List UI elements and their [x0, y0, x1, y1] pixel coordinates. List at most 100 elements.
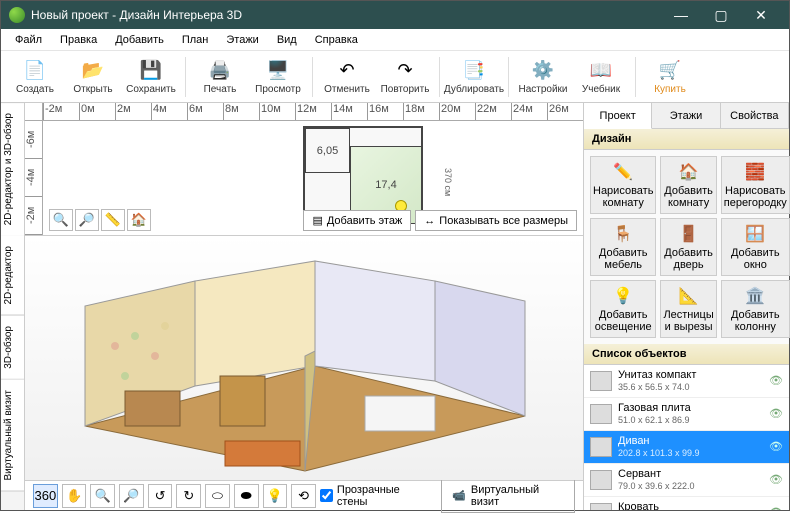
separator [185, 57, 186, 97]
create-icon: 📄 [23, 58, 47, 82]
card-icon: 🪟 [744, 223, 766, 245]
zoom-out-button[interactable]: 🔍 [49, 209, 73, 231]
close-button[interactable]: ✕ [741, 1, 781, 29]
rotate-left-button[interactable]: ↺ [148, 484, 173, 508]
card-icon: 🪑 [612, 223, 634, 245]
card-icon: 💡 [612, 285, 634, 307]
print-icon: 🖨️ [208, 58, 232, 82]
rotate-right-button[interactable]: ↻ [176, 484, 201, 508]
tilt-down-button[interactable]: ⬬ [234, 484, 259, 508]
toolbar: 📄Создать📂Открыть💾Сохранить 🖨️Печать🖥️Прос… [1, 51, 789, 103]
camera-icon: 📹 [452, 489, 466, 502]
visibility-icon[interactable]: 👁 [769, 506, 783, 510]
visibility-icon[interactable]: 👁 [769, 374, 783, 387]
tilt-up-button[interactable]: ⬭ [205, 484, 230, 508]
visibility-icon[interactable]: 👁 [769, 440, 783, 453]
card-icon: 🏠 [678, 161, 700, 183]
reset-view-button[interactable]: ⟲ [291, 484, 316, 508]
object-item[interactable]: Диван202.8 x 101.3 x 99.9👁 [584, 431, 789, 464]
card-icon: 🏛️ [744, 285, 766, 307]
light-button[interactable]: 💡 [263, 484, 288, 508]
zoom-in-3d-button[interactable]: 🔎 [119, 484, 144, 508]
object-item[interactable]: Газовая плита51.0 x 62.1 x 86.9👁 [584, 398, 789, 431]
vertical-tabs: 2D-редактор и 3D-обзор2D-редактор3D-обзо… [1, 103, 25, 510]
zoom-in-button[interactable]: 🔎 [75, 209, 99, 231]
open-button[interactable]: 📂Открыть [65, 53, 121, 101]
menu-файл[interactable]: Файл [7, 31, 50, 49]
design-card[interactable]: 🏠Добавить комнату [660, 156, 716, 214]
menu-добавить[interactable]: Добавить [107, 31, 172, 49]
separator [312, 57, 313, 97]
redo-button[interactable]: ↷Повторить [377, 53, 433, 101]
menu-справка[interactable]: Справка [307, 31, 366, 49]
object-item[interactable]: Кровать146.2 x 207.3 x 75.1👁 [584, 497, 789, 510]
measure-button[interactable]: 📏 [101, 209, 125, 231]
rtab-Проект[interactable]: Проект [584, 103, 652, 129]
plan-2d[interactable]: -6м-4м-2м 6,05 17,4 370 см 🔍 🔎 📏 🏠 ▤Доба… [25, 121, 583, 236]
object-icon [590, 371, 612, 391]
object-icon [590, 470, 612, 490]
visibility-icon[interactable]: 👁 [769, 473, 783, 486]
object-icon [590, 404, 612, 424]
card-icon: 🚪 [678, 223, 700, 245]
orbit-360-button[interactable]: 360 [33, 484, 58, 508]
design-card[interactable]: 🪟Добавить окно [721, 218, 790, 276]
object-item[interactable]: Унитаз компакт35.6 x 56.5 x 74.0👁 [584, 365, 789, 398]
rtab-Этажи[interactable]: Этажи [652, 103, 720, 128]
titlebar: Новый проект - Дизайн Интерьера 3D — ▢ ✕ [1, 1, 789, 29]
design-card[interactable]: ✏️Нарисовать комнату [590, 156, 656, 214]
design-card[interactable]: 🏛️Добавить колонну [721, 280, 790, 338]
design-card[interactable]: 📐Лестницы и вырезы [660, 280, 716, 338]
plan-canvas[interactable]: 6,05 17,4 370 см 🔍 🔎 📏 🏠 ▤Добавить этаж … [43, 121, 583, 235]
minimize-button[interactable]: — [661, 1, 701, 29]
settings-icon: ⚙️ [531, 58, 555, 82]
create-button[interactable]: 📄Создать [7, 53, 63, 101]
maximize-button[interactable]: ▢ [701, 1, 741, 29]
card-icon: 🧱 [744, 161, 766, 183]
room-small[interactable]: 6,05 [305, 128, 350, 173]
buy-button[interactable]: 🛒Купить [642, 53, 698, 101]
settings-button[interactable]: ⚙️Настройки [515, 53, 571, 101]
open-icon: 📂 [81, 58, 105, 82]
menu-план[interactable]: План [174, 31, 217, 49]
menu-этажи[interactable]: Этажи [218, 31, 266, 49]
floors-icon: ▤ [312, 214, 322, 227]
undo-icon: ↶ [335, 58, 359, 82]
vtab-1[interactable]: 2D-редактор [1, 236, 24, 316]
separator [508, 57, 509, 97]
preview-button[interactable]: 🖥️Просмотр [250, 53, 306, 101]
buy-icon: 🛒 [658, 58, 682, 82]
separator [439, 57, 440, 97]
design-card[interactable]: 🚪Добавить дверь [660, 218, 716, 276]
undo-button[interactable]: ↶Отменить [319, 53, 375, 101]
visibility-icon[interactable]: 👁 [769, 407, 783, 420]
vtab-2[interactable]: 3D-обзор [1, 316, 24, 380]
rtab-Свойства[interactable]: Свойства [721, 103, 789, 128]
menu-правка[interactable]: Правка [52, 31, 105, 49]
view-3d[interactable] [25, 236, 583, 480]
design-card[interactable]: 🧱Нарисовать перегородку [721, 156, 790, 214]
zoom-out-3d-button[interactable]: 🔍 [90, 484, 115, 508]
print-button[interactable]: 🖨️Печать [192, 53, 248, 101]
vtab-3[interactable]: Виртуальный визит [1, 380, 24, 492]
add-floor-button[interactable]: ▤Добавить этаж [303, 210, 411, 231]
plan-tools: 🔍 🔎 📏 🏠 [49, 209, 151, 231]
duplicate-button[interactable]: 📑Дублировать [446, 53, 502, 101]
tutorial-icon: 📖 [589, 58, 613, 82]
transparent-walls-checkbox[interactable]: Прозрачные стены [320, 484, 427, 508]
virtual-visit-button[interactable]: 📹Виртуальный визит [441, 479, 575, 513]
design-card[interactable]: 🪑Добавить мебель [590, 218, 656, 276]
design-card[interactable]: 💡Добавить освещение [590, 280, 656, 338]
object-icon [590, 503, 612, 510]
pan-button[interactable]: ✋ [62, 484, 87, 508]
tutorial-button[interactable]: 📖Учебник [573, 53, 629, 101]
vtab-0[interactable]: 2D-редактор и 3D-обзор [1, 103, 24, 236]
home-button[interactable]: 🏠 [127, 209, 151, 231]
object-item[interactable]: Сервант79.0 x 39.6 x 222.0👁 [584, 464, 789, 497]
menu-вид[interactable]: Вид [269, 31, 305, 49]
card-icon: 📐 [678, 285, 700, 307]
menubar: ФайлПравкаДобавитьПланЭтажиВидСправка [1, 29, 789, 51]
object-icon [590, 437, 612, 457]
save-button[interactable]: 💾Сохранить [123, 53, 179, 101]
show-dims-button[interactable]: ↔Показывать все размеры [415, 210, 577, 231]
